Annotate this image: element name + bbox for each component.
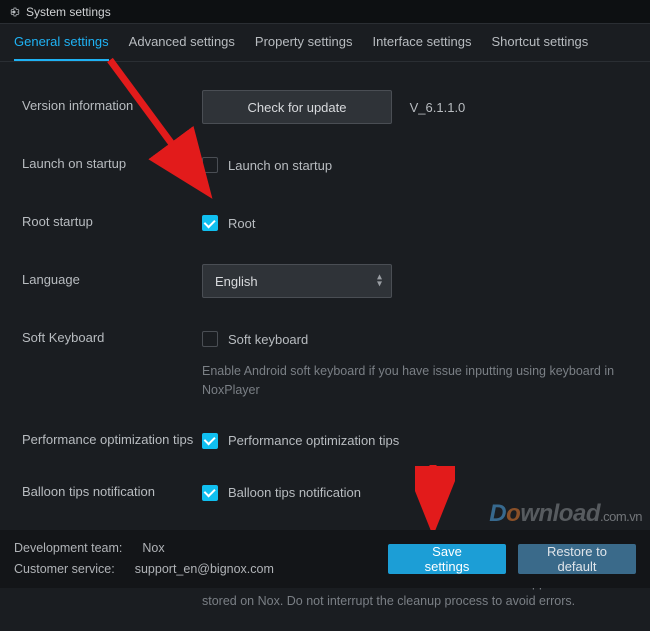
titlebar: System settings — [0, 0, 650, 24]
help-soft-keyboard: Enable Android soft keyboard if you have… — [202, 362, 628, 400]
row-balloon: Balloon tips notification Balloon tips n… — [22, 476, 628, 510]
checkbox-balloon[interactable] — [202, 485, 218, 501]
language-select[interactable]: English — [202, 264, 392, 298]
label-language: Language — [22, 264, 202, 287]
label-root: Root startup — [22, 206, 202, 229]
tab-property[interactable]: Property settings — [255, 34, 353, 61]
row-root: Root startup Root — [22, 206, 628, 240]
checkbox-balloon-label: Balloon tips notification — [228, 485, 361, 500]
checkbox-launch-label: Launch on startup — [228, 158, 332, 173]
tab-interface[interactable]: Interface settings — [372, 34, 471, 61]
label-perf-tips: Performance optimization tips — [22, 424, 202, 447]
label-balloon: Balloon tips notification — [22, 476, 202, 499]
tab-general[interactable]: General settings — [14, 34, 109, 61]
customer-service-value: support_en@bignox.com — [135, 559, 274, 580]
checkbox-launch-startup[interactable] — [202, 157, 218, 173]
row-version: Version information Check for update V_6… — [22, 90, 628, 124]
checkbox-perf-tips-label: Performance optimization tips — [228, 433, 399, 448]
dev-team-label: Development team: — [14, 538, 122, 559]
restore-default-button[interactable]: Restore to default — [518, 544, 636, 574]
tab-advanced[interactable]: Advanced settings — [129, 34, 235, 61]
dev-team-value: Nox — [142, 538, 164, 559]
checkbox-soft-keyboard-label: Soft keyboard — [228, 332, 308, 347]
window-title: System settings — [26, 5, 111, 19]
gear-icon — [8, 6, 20, 18]
label-launch: Launch on startup — [22, 148, 202, 171]
row-language: Language English ▴▾ — [22, 264, 628, 298]
label-version: Version information — [22, 90, 202, 113]
row-perf-tips: Performance optimization tips Performanc… — [22, 424, 628, 458]
version-value: V_6.1.1.0 — [410, 100, 466, 115]
customer-service-label: Customer service: — [14, 559, 115, 580]
checkbox-perf-tips[interactable] — [202, 433, 218, 449]
tab-shortcut[interactable]: Shortcut settings — [491, 34, 588, 61]
tabs: General settings Advanced settings Prope… — [0, 24, 650, 62]
checkbox-soft-keyboard[interactable] — [202, 331, 218, 347]
footer-info: Development team: Nox Customer service: … — [14, 538, 274, 581]
footer: Development team: Nox Customer service: … — [0, 530, 650, 588]
check-update-button[interactable]: Check for update — [202, 90, 392, 124]
checkbox-root[interactable] — [202, 215, 218, 231]
label-soft-keyboard: Soft Keyboard — [22, 322, 202, 345]
save-settings-button[interactable]: Save settings — [388, 544, 506, 574]
row-soft-keyboard: Soft Keyboard Soft keyboard Enable Andro… — [22, 322, 628, 400]
checkbox-root-label: Root — [228, 216, 255, 231]
footer-buttons: Save settings Restore to default — [388, 544, 636, 574]
row-launch: Launch on startup Launch on startup — [22, 148, 628, 182]
